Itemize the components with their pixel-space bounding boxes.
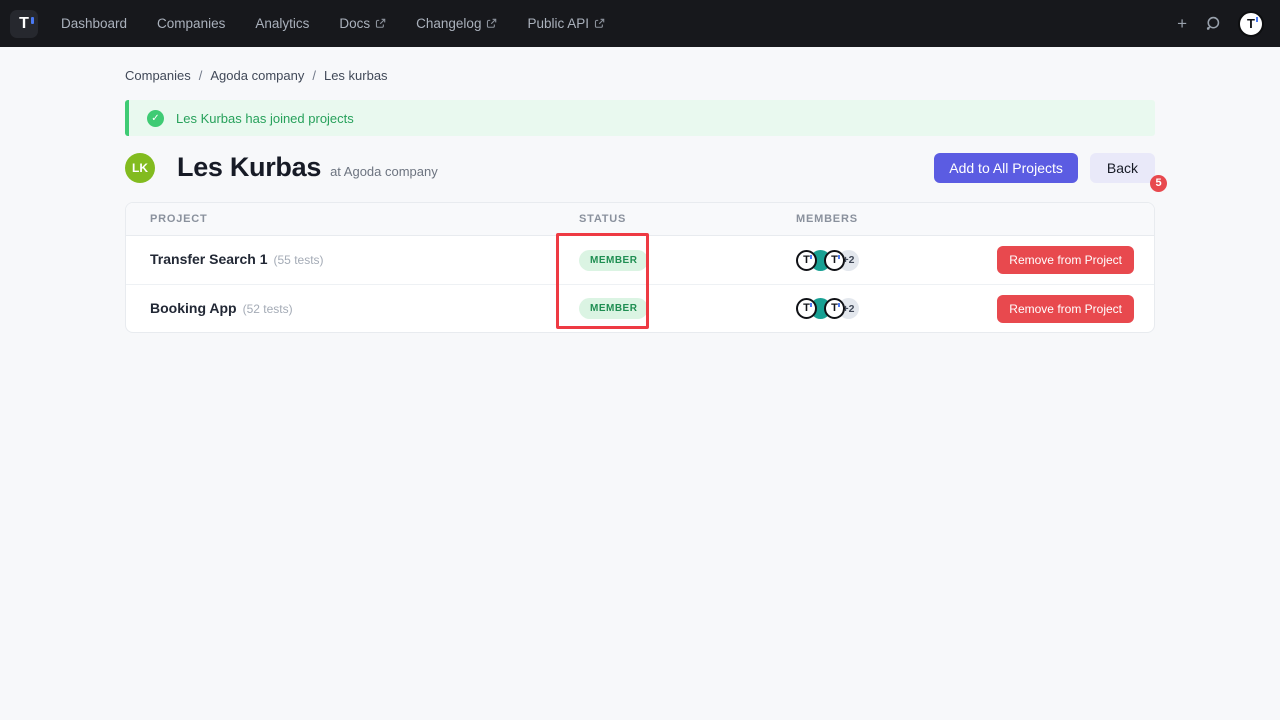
status-cell: MEMBER: [579, 298, 796, 319]
project-cell: Booking App (52 tests): [150, 300, 579, 318]
logo-accent-icon: [31, 17, 34, 24]
back-button[interactable]: Back: [1090, 153, 1155, 183]
nav-links: Dashboard Companies Analytics Docs Chang…: [61, 16, 605, 31]
table-row: Transfer Search 1 (55 tests) MEMBER T T +…: [126, 236, 1154, 284]
breadcrumb-separator: /: [312, 68, 316, 83]
breadcrumb-separator: /: [199, 68, 203, 83]
column-header-project: PROJECT: [150, 213, 579, 225]
title-group: Les Kurbas at Agoda company: [177, 152, 438, 183]
member-avatar: T: [824, 298, 845, 319]
tests-count: (52 tests): [243, 302, 293, 316]
status-cell: MEMBER: [579, 250, 796, 271]
member-avatar: T: [796, 250, 817, 271]
member-avatar-stack[interactable]: T T +2: [796, 250, 859, 271]
logo-accent-icon: [810, 255, 812, 259]
nav-item-dashboard[interactable]: Dashboard: [61, 16, 127, 31]
member-avatar: T: [824, 250, 845, 271]
table-header-row: PROJECT STATUS MEMBERS: [126, 203, 1154, 236]
external-link-icon: [375, 18, 386, 29]
project-name: Transfer Search 1: [150, 251, 268, 267]
nav-item-public-api[interactable]: Public API: [527, 16, 605, 31]
status-badge: MEMBER: [579, 298, 648, 319]
app-logo[interactable]: T: [10, 10, 38, 38]
breadcrumb: Companies / Agoda company / Les kurbas: [125, 68, 1155, 83]
avatar-logo-letter: T: [1247, 17, 1255, 30]
members-cell: T T +2 Remove from Project: [796, 295, 1134, 323]
nav-actions: + T: [1177, 11, 1264, 37]
feed-icon[interactable]: [1204, 15, 1221, 32]
plus-icon[interactable]: +: [1177, 15, 1187, 32]
add-to-all-projects-button[interactable]: Add to All Projects: [934, 153, 1078, 183]
remove-from-project-button[interactable]: Remove from Project: [997, 295, 1134, 323]
projects-table: PROJECT STATUS MEMBERS Transfer Search 1…: [125, 202, 1155, 333]
nav-item-docs[interactable]: Docs: [339, 16, 386, 31]
remove-from-project-button[interactable]: Remove from Project: [997, 246, 1134, 274]
logo-accent-icon: [810, 303, 812, 307]
nav-item-companies[interactable]: Companies: [157, 16, 225, 31]
main-content: Companies / Agoda company / Les kurbas ✓…: [125, 68, 1155, 333]
header-actions: Add to All Projects Back 5: [934, 153, 1155, 183]
nav-item-changelog[interactable]: Changelog: [416, 16, 497, 31]
notification-badge: 5: [1150, 175, 1167, 192]
logo-accent-icon: [838, 255, 840, 259]
logo-letter: T: [19, 16, 29, 32]
success-alert: ✓ Les Kurbas has joined projects: [125, 100, 1155, 136]
project-name: Booking App: [150, 300, 237, 316]
logo-accent-icon: [838, 303, 840, 307]
status-badge: MEMBER: [579, 250, 648, 271]
external-link-icon: [594, 18, 605, 29]
breadcrumb-current: Les kurbas: [324, 68, 388, 83]
back-button-wrapper: Back 5: [1090, 153, 1155, 183]
user-initials-avatar: LK: [125, 153, 155, 183]
check-icon: ✓: [147, 110, 164, 127]
breadcrumb-companies[interactable]: Companies: [125, 68, 191, 83]
project-cell: Transfer Search 1 (55 tests): [150, 251, 579, 269]
page-subtitle: at Agoda company: [330, 164, 438, 179]
external-link-icon: [486, 18, 497, 29]
table-row: Booking App (52 tests) MEMBER T T +2 Remo…: [126, 284, 1154, 332]
column-header-members: MEMBERS: [796, 213, 1134, 225]
nav-item-analytics[interactable]: Analytics: [255, 16, 309, 31]
user-avatar[interactable]: T: [1238, 11, 1264, 37]
alert-message: Les Kurbas has joined projects: [176, 111, 354, 126]
page-header: LK Les Kurbas at Agoda company Add to Al…: [125, 152, 1155, 183]
top-navbar: T Dashboard Companies Analytics Docs Cha…: [0, 0, 1280, 47]
column-header-status: STATUS: [579, 213, 796, 225]
breadcrumb-agoda-company[interactable]: Agoda company: [210, 68, 304, 83]
members-cell: T T +2 Remove from Project: [796, 246, 1134, 274]
tests-count: (55 tests): [274, 253, 324, 267]
page-title: Les Kurbas: [177, 152, 321, 183]
member-avatar: T: [796, 298, 817, 319]
member-avatar-stack[interactable]: T T +2: [796, 298, 859, 319]
app-page: { "icons": { "check": "✓", "plus": "+" }…: [0, 0, 1280, 720]
logo-accent-icon: [1256, 17, 1258, 22]
